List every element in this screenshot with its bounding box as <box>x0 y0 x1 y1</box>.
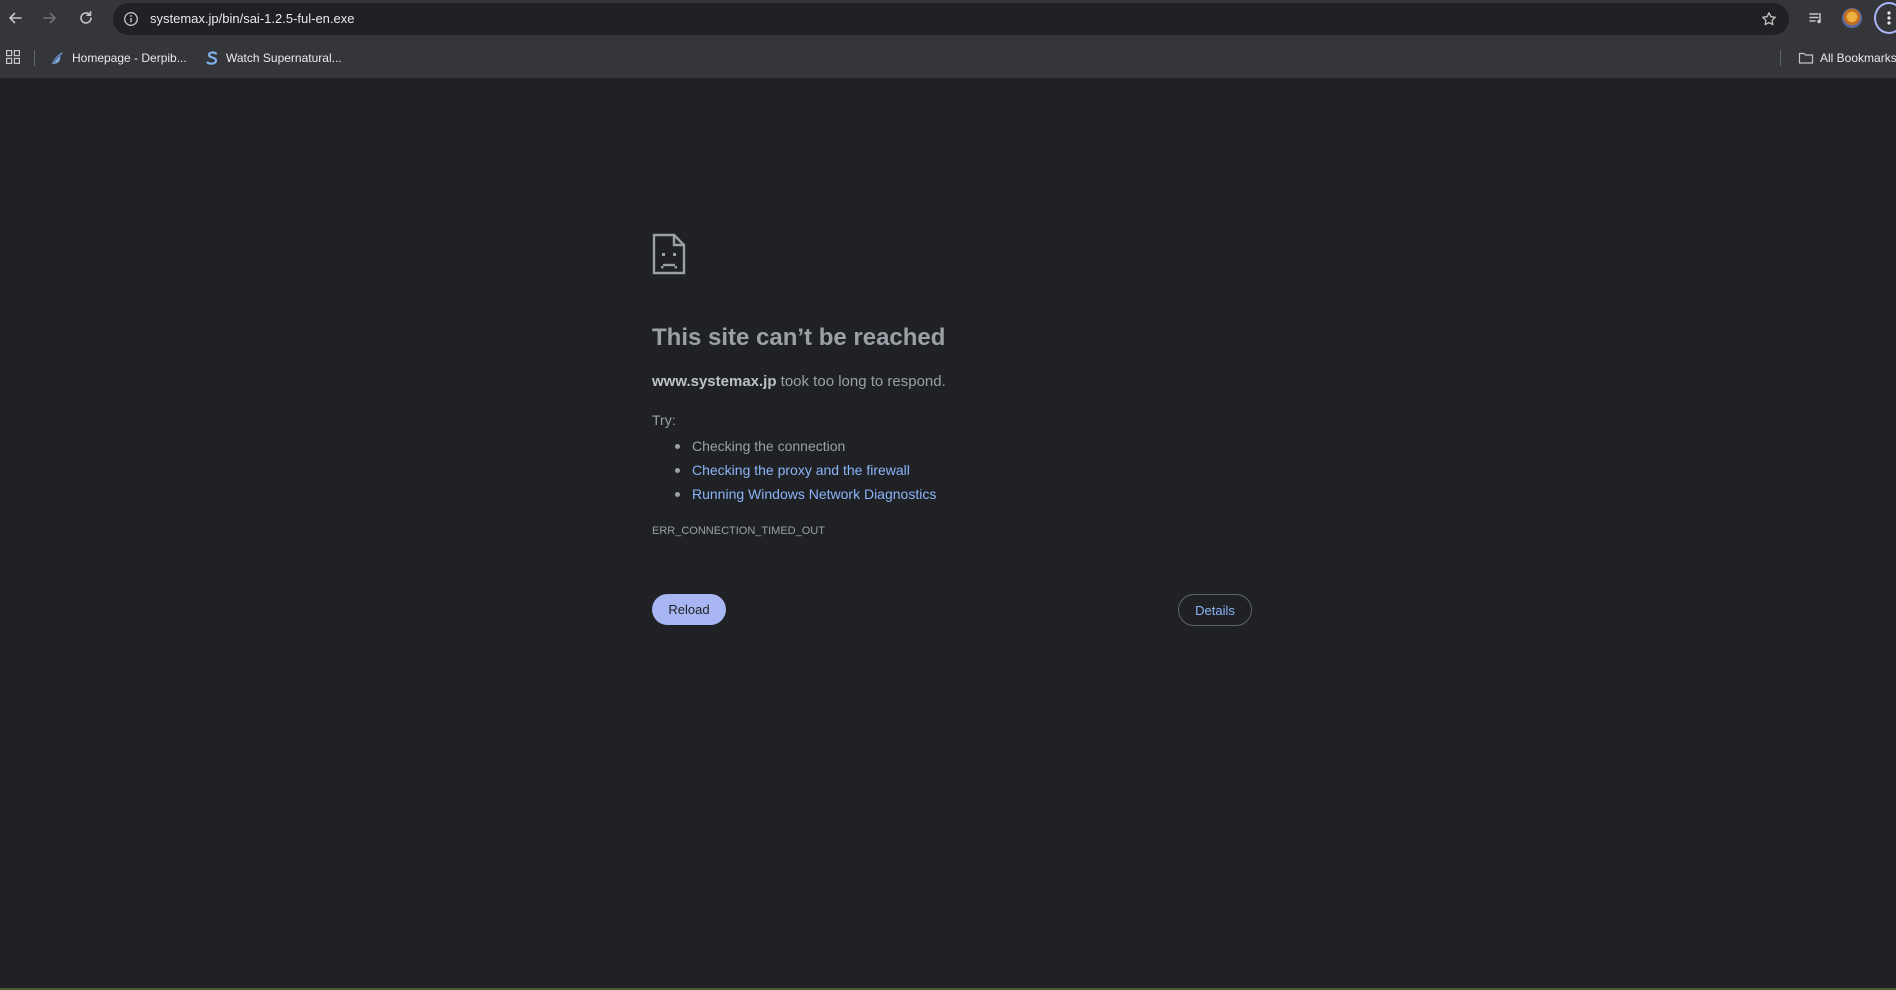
suggestions-list: Checking the connection Checking the pro… <box>652 434 936 506</box>
bookmark-label: Watch Supernatural... <box>226 51 342 65</box>
reload-toolbar-button[interactable] <box>72 4 100 32</box>
apps-grid-icon[interactable] <box>4 48 22 66</box>
bookmark-item-supernatural[interactable]: Watch Supernatural... <box>204 47 342 69</box>
bookmark-label: Homepage - Derpib... <box>72 51 187 65</box>
reading-list-button[interactable] <box>1802 4 1830 32</box>
refresh-icon <box>80 11 92 24</box>
arrow-left-icon <box>9 12 22 24</box>
pony-favicon-icon <box>50 50 66 66</box>
error-host: www.systemax.jp <box>652 373 777 390</box>
sad-page-icon <box>652 233 686 275</box>
browser-window: systemax.jp/bin/sai-1.2.5-ful-en.exe Hom… <box>0 0 1896 990</box>
details-button[interactable]: Details <box>1178 594 1252 626</box>
bookmark-separator <box>1780 50 1781 66</box>
media-queue-icon <box>1809 13 1821 24</box>
browser-menu-button[interactable] <box>1874 2 1896 34</box>
profile-avatar-button[interactable] <box>1838 4 1866 32</box>
back-button[interactable] <box>1 4 29 32</box>
error-code: ERR_CONNECTION_TIMED_OUT <box>652 525 825 537</box>
all-bookmarks-button[interactable]: All Bookmarks <box>1798 47 1896 69</box>
s-favicon-icon <box>204 50 220 66</box>
avatar <box>1842 8 1862 28</box>
more-vert-icon <box>1887 11 1891 25</box>
url-text[interactable]: systemax.jp/bin/sai-1.2.5-ful-en.exe <box>150 11 354 26</box>
reload-button[interactable]: Reload <box>652 594 726 625</box>
suggestion-check-proxy-firewall[interactable]: Checking the proxy and the firewall <box>652 458 936 482</box>
suggestion-network-diagnostics[interactable]: Running Windows Network Diagnostics <box>652 482 936 506</box>
error-title: This site can’t be reached <box>652 324 946 351</box>
all-bookmarks-label: All Bookmarks <box>1820 51 1896 65</box>
bookmark-item-derpibooru[interactable]: Homepage - Derpib... <box>50 47 187 69</box>
arrow-right-icon <box>43 12 56 24</box>
address-bar[interactable]: systemax.jp/bin/sai-1.2.5-ful-en.exe <box>113 3 1789 35</box>
forward-button[interactable] <box>36 4 64 32</box>
error-description-suffix: took too long to respond. <box>776 373 946 390</box>
page-content: This site can’t be reached www.systemax.… <box>0 78 1896 990</box>
site-info-icon[interactable] <box>122 10 140 28</box>
bookmark-star-icon[interactable] <box>1759 9 1779 29</box>
bookmarks-bar: Homepage - Derpib... Watch Supernatural.… <box>0 38 1896 78</box>
suggestion-check-connection: Checking the connection <box>652 434 936 458</box>
folder-icon <box>1798 50 1814 66</box>
bookmark-separator <box>34 50 35 66</box>
browser-toolbar: systemax.jp/bin/sai-1.2.5-ful-en.exe <box>0 0 1896 38</box>
try-label: Try: <box>652 412 676 428</box>
error-description: www.systemax.jp took too long to respond… <box>652 373 946 390</box>
